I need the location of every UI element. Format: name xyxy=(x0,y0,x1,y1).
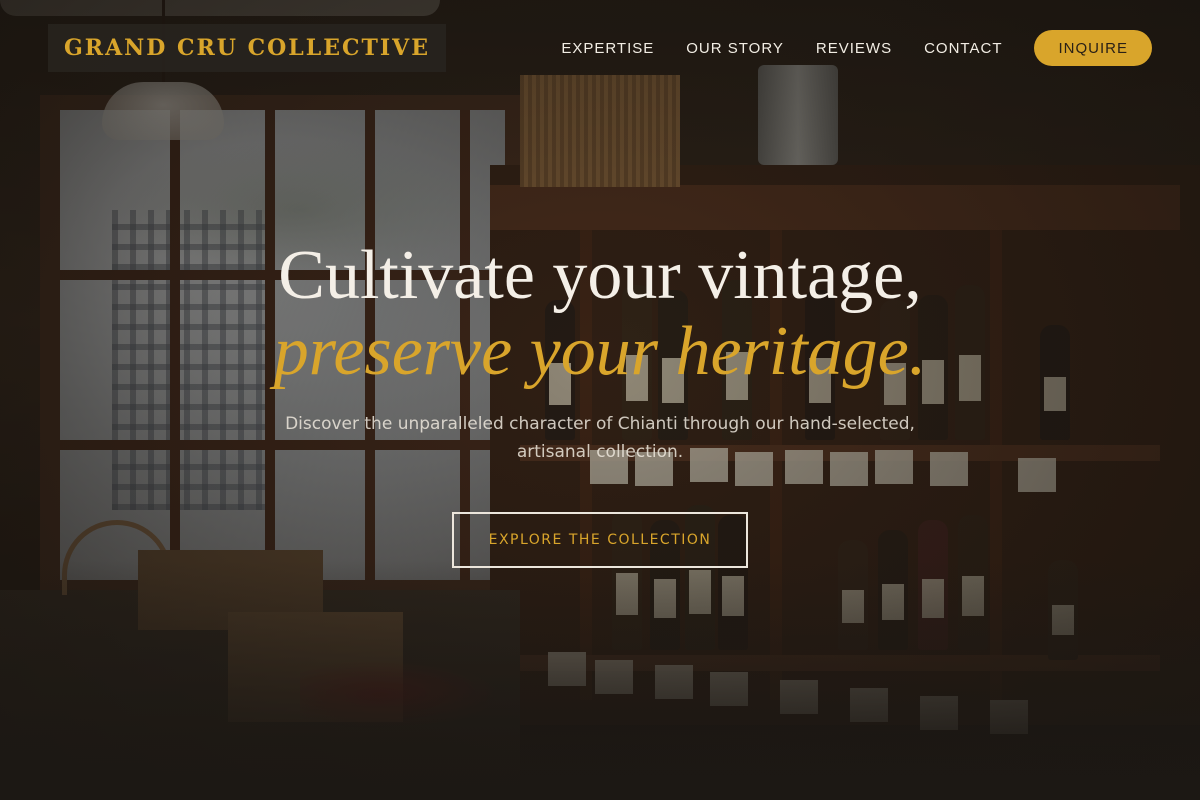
hero-content: Cultivate your vintage, preserve your he… xyxy=(0,238,1200,568)
hero-section: GRAND CRU COLLECTIVE EXPERTISE OUR STORY… xyxy=(0,0,1200,800)
nav-link-expertise[interactable]: EXPERTISE xyxy=(561,40,654,57)
nav-link-our-story[interactable]: OUR STORY xyxy=(686,40,784,57)
explore-collection-button[interactable]: EXPLORE THE COLLECTION xyxy=(452,512,748,568)
nav-link-contact[interactable]: CONTACT xyxy=(924,40,1002,57)
inquire-button[interactable]: INQUIRE xyxy=(1034,30,1152,66)
site-header: GRAND CRU COLLECTIVE EXPERTISE OUR STORY… xyxy=(0,0,1200,96)
hero-headline-line-2: preserve your heritage. xyxy=(273,313,927,390)
hero-subtitle: Discover the unparalleled character of C… xyxy=(285,414,915,462)
bottom-fade xyxy=(0,560,1200,800)
hero-headline: Cultivate your vintage, preserve your he… xyxy=(0,238,1200,390)
hero-headline-line-1: Cultivate your vintage, xyxy=(278,237,922,314)
nav-link-reviews[interactable]: REVIEWS xyxy=(816,40,892,57)
main-nav: EXPERTISE OUR STORY REVIEWS CONTACT INQU… xyxy=(561,30,1152,66)
site-logo[interactable]: GRAND CRU COLLECTIVE xyxy=(48,24,447,72)
